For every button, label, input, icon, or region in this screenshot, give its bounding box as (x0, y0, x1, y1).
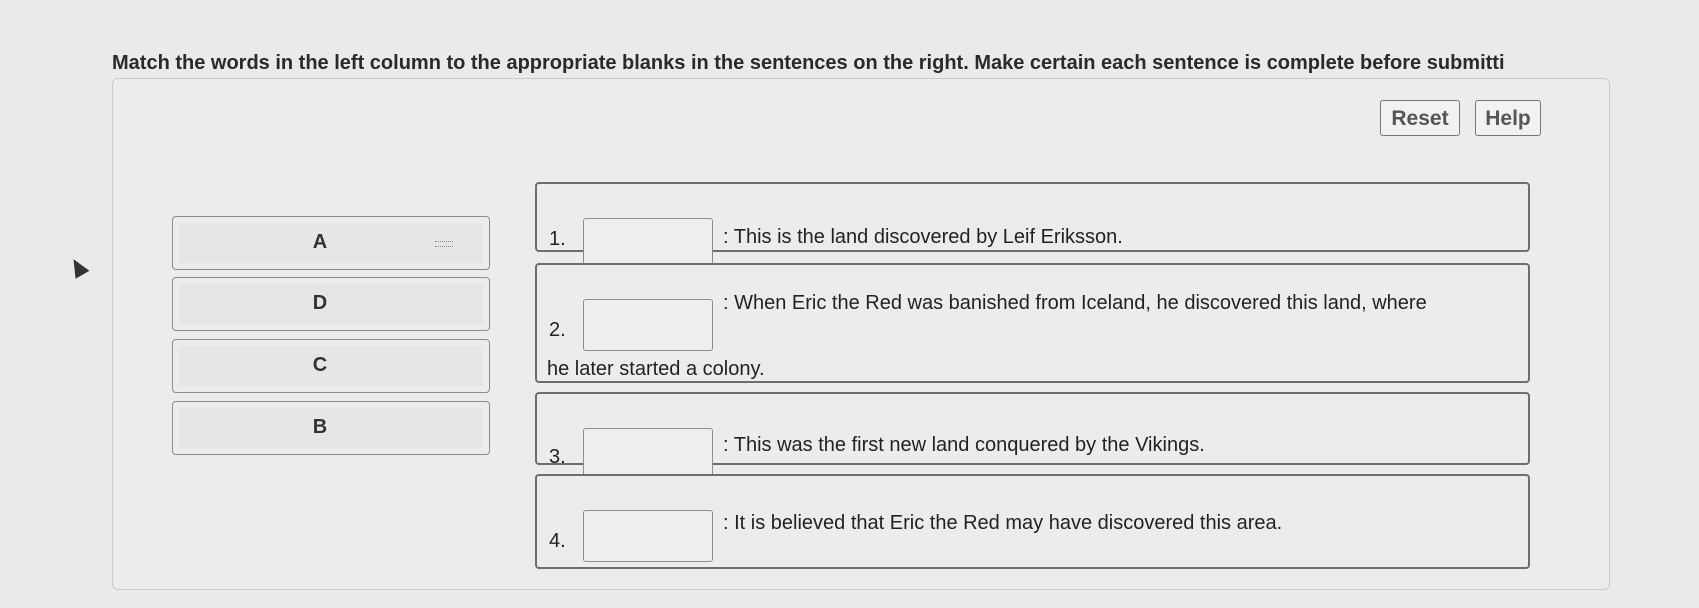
instructions-text: Match the words in the left column to th… (112, 52, 1505, 74)
word-tile-label: C (312, 354, 328, 376)
sentence-text: : When Eric the Red was banished from Ic… (723, 292, 1427, 314)
drag-handle-icon (435, 241, 453, 247)
mouse-cursor-icon (66, 255, 90, 279)
sentence-1: 1. : This is the land discovered by Leif… (535, 182, 1530, 270)
sentence-text: : It is believed that Eric the Red may h… (723, 512, 1283, 534)
sentence-text-continued: he later started a colony. (547, 358, 765, 380)
sentence-2: 2. : When Eric the Red was banished from… (535, 263, 1530, 383)
word-tile-label: D (312, 292, 328, 314)
sentence-number: 4. (549, 530, 566, 552)
word-tile-label: B (312, 416, 328, 438)
sentence-text: : This is the land discovered by Leif Er… (723, 226, 1123, 248)
sentence-4: 4. : It is believed that Eric the Red ma… (535, 474, 1530, 569)
sentence-number: 2. (549, 319, 566, 341)
sentence-3: 3. : This was the first new land conquer… (535, 392, 1530, 480)
word-tile-c[interactable]: C (172, 339, 490, 393)
sentence-number: 1. (549, 228, 566, 250)
help-button[interactable]: Help (1475, 100, 1541, 136)
word-tile-label: A (312, 231, 328, 253)
drop-blank-2[interactable] (583, 299, 713, 351)
word-tile-d[interactable]: D (172, 277, 490, 331)
word-tile-b[interactable]: B (172, 401, 490, 455)
drop-blank-3[interactable] (583, 428, 713, 480)
reset-button[interactable]: Reset (1380, 100, 1460, 136)
drop-blank-4[interactable] (583, 510, 713, 562)
sentence-text: : This was the first new land conquered … (723, 434, 1205, 456)
sentence-number: 3. (549, 446, 566, 468)
word-tile-a[interactable]: A (172, 216, 490, 270)
